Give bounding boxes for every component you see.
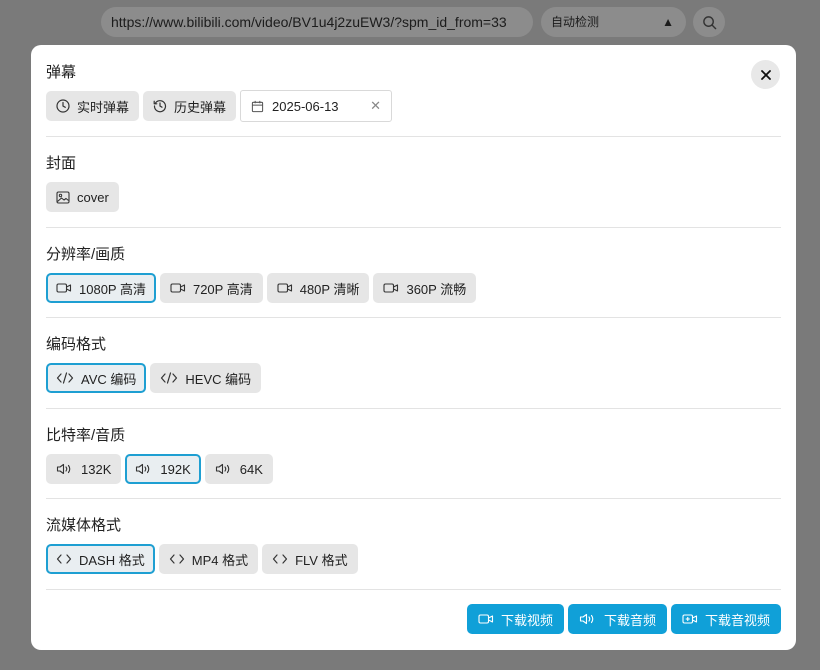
speaker-icon [215, 463, 230, 475]
chevrons-icon [169, 554, 184, 564]
video-camera-icon [478, 614, 494, 624]
date-value: 2025-06-13 [272, 98, 339, 114]
stream-option-dash[interactable]: DASH 格式 [46, 544, 155, 574]
clock-icon [56, 99, 70, 113]
history-danmaku-label: 历史弹幕 [174, 99, 227, 115]
chevrons-icon [272, 554, 288, 564]
top-toolbar: https://www.bilibili.com/video/BV1u4j2zu… [0, 0, 820, 44]
bitrate-option-label: 64K [239, 461, 263, 477]
download-video-label: 下载视频 [500, 612, 553, 628]
realtime-danmaku-label: 实时弹幕 [77, 99, 130, 115]
speaker-icon [579, 613, 594, 625]
bitrate-title: 比特率/音质 [46, 427, 126, 444]
download-actions: 下载视频 下载音频 下载音视频 [466, 604, 781, 634]
bitrate-option-64k[interactable]: 64K [204, 454, 273, 484]
bitrate-option-132k[interactable]: 132K [46, 454, 122, 484]
divider [46, 498, 781, 499]
stream-option-label: FLV 格式 [295, 552, 348, 568]
chevrons-icon [56, 554, 72, 564]
download-audio-label: 下载音频 [603, 612, 656, 628]
cover-section: 封面 cover [46, 154, 781, 212]
speaker-icon [136, 463, 150, 475]
cover-title: 封面 [46, 155, 77, 172]
resolution-option-label: 480P 清晰 [299, 281, 360, 297]
history-danmaku-button[interactable]: 历史弹幕 [143, 91, 237, 121]
download-modal: 弹幕 实时弹幕 历史弹幕 2025-06-13 ✕ 封面 cover 分辨率/画… [31, 45, 796, 650]
divider [46, 317, 781, 318]
code-icon [161, 372, 178, 384]
image-icon [56, 190, 70, 204]
speaker-icon [56, 463, 71, 475]
video-camera-icon [170, 283, 186, 293]
resolution-option-480p[interactable]: 480P 清晰 [266, 273, 370, 303]
stream-option-flv[interactable]: FLV 格式 [262, 544, 358, 574]
resolution-option-label: 1080P 高清 [79, 281, 146, 297]
codec-option-label: AVC 编码 [81, 371, 137, 387]
media-combo-icon [682, 614, 698, 624]
resolution-option-label: 360P 流畅 [406, 281, 467, 297]
bitrate-section: 比特率/音质 132K 192K 64K [46, 426, 781, 484]
resolution-option-label: 720P 高清 [192, 281, 253, 297]
bitrate-option-192k[interactable]: 192K [125, 454, 201, 484]
download-video-button[interactable]: 下载视频 [466, 604, 564, 634]
resolution-option-360p[interactable]: 360P 流畅 [373, 273, 477, 303]
stream-option-mp4[interactable]: MP4 格式 [158, 544, 259, 574]
realtime-danmaku-button[interactable]: 实时弹幕 [46, 91, 140, 121]
resolution-title: 分辨率/画质 [46, 246, 126, 263]
history-icon [153, 100, 167, 113]
calendar-icon [251, 100, 264, 112]
search-icon [702, 15, 716, 29]
bitrate-option-label: 132K [81, 461, 112, 477]
search-button[interactable] [693, 7, 725, 37]
detect-mode-select[interactable]: 自动检测 ▲ [541, 7, 686, 37]
codec-option-hevc[interactable]: HEVC 编码 [150, 363, 262, 393]
danmaku-title: 弹幕 [46, 64, 77, 81]
codec-title: 编码格式 [46, 336, 107, 353]
download-audio-video-label: 下载音视频 [704, 612, 770, 628]
codec-option-label: HEVC 编码 [185, 371, 252, 387]
divider [46, 408, 781, 409]
cover-button[interactable]: cover [46, 182, 119, 212]
resolution-option-720p[interactable]: 720P 高清 [159, 273, 263, 303]
download-audio-video-button[interactable]: 下载音视频 [670, 604, 781, 634]
codec-option-avc[interactable]: AVC 编码 [46, 363, 147, 393]
stream-title: 流媒体格式 [46, 517, 122, 534]
video-camera-icon [383, 283, 399, 293]
divider [46, 589, 781, 590]
stream-section: 流媒体格式 DASH 格式 MP4 格式 FLV 格式 [46, 516, 781, 574]
download-audio-button[interactable]: 下载音频 [567, 604, 667, 634]
codec-section: 编码格式 AVC 编码 HEVC 编码 [46, 335, 781, 393]
bitrate-option-label: 192K [160, 461, 191, 477]
date-picker-input[interactable]: 2025-06-13 ✕ [240, 90, 393, 122]
video-camera-icon [56, 283, 72, 293]
video-camera-icon [277, 283, 292, 293]
stream-option-label: DASH 格式 [79, 552, 145, 568]
detect-mode-label: 自动检测 [551, 15, 600, 29]
stream-option-label: MP4 格式 [191, 552, 249, 568]
divider [46, 136, 781, 137]
caret-up-icon: ▲ [662, 15, 674, 29]
resolution-section: 分辨率/画质 1080P 高清 720P 高清 480P 清晰 360P 流畅 [46, 245, 781, 303]
clear-date-icon[interactable]: ✕ [370, 98, 381, 114]
cover-label: cover [77, 189, 109, 205]
url-input[interactable]: https://www.bilibili.com/video/BV1u4j2zu… [101, 7, 533, 37]
divider [46, 227, 781, 228]
danmaku-section: 弹幕 实时弹幕 历史弹幕 2025-06-13 ✕ [46, 63, 781, 122]
code-icon [56, 372, 74, 384]
resolution-option-1080p[interactable]: 1080P 高清 [46, 273, 156, 303]
